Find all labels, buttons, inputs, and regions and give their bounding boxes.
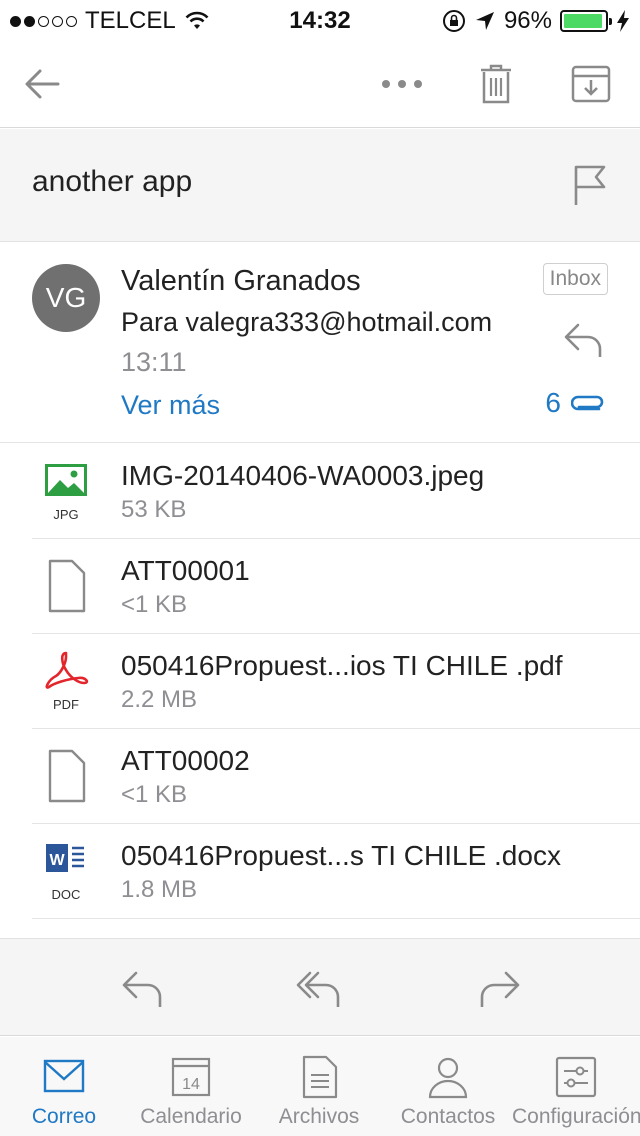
tab-correo[interactable]: Correo xyxy=(0,1055,128,1129)
tab-archivos[interactable]: Archivos xyxy=(255,1055,383,1129)
person-icon xyxy=(428,1057,468,1099)
attachment-item[interactable]: ATT00002 <1 KB xyxy=(0,729,640,824)
tab-bar: Correo 14 Calendario Archivos Contactos … xyxy=(0,1037,640,1136)
recipient-line: Para valegra333@hotmail.com xyxy=(121,307,493,337)
folder-badge: Inbox xyxy=(542,263,608,295)
file-icon xyxy=(302,1055,338,1099)
tab-contactos[interactable]: Contactos xyxy=(384,1055,512,1129)
attachment-size: <1 KB xyxy=(121,591,188,618)
message-header: VG Valentín Granados Para valegra333@hot… xyxy=(0,243,640,443)
more-button[interactable] xyxy=(376,58,428,110)
rotation-lock-icon xyxy=(442,10,465,32)
archive-icon xyxy=(571,65,611,103)
delete-button[interactable] xyxy=(470,58,522,110)
status-right: 96% xyxy=(442,7,630,35)
tab-configuracion[interactable]: Configuración xyxy=(512,1055,640,1129)
pdf-file-icon: PDF xyxy=(40,650,92,712)
attachment-name: 050416Propuest...s TI CHILE .docx xyxy=(121,840,561,871)
forward-icon[interactable] xyxy=(476,967,522,1009)
attachment-count[interactable]: 6 xyxy=(545,387,605,419)
calendar-icon: 14 xyxy=(171,1057,211,1097)
generic-file-icon xyxy=(48,749,86,803)
attachment-size: <1 KB xyxy=(121,781,188,808)
flag-icon[interactable] xyxy=(570,163,610,207)
avatar[interactable]: VG xyxy=(32,264,100,332)
attachment-item[interactable]: JPG IMG-20140406-WA0003.jpeg 53 KB xyxy=(0,444,640,539)
attachment-name: ATT00002 xyxy=(121,745,250,776)
subject-header: another app xyxy=(0,129,640,242)
tab-label: Correo xyxy=(31,1105,97,1128)
file-type-label: DOC xyxy=(51,887,81,902)
attachment-item[interactable]: W DOC 050416Propuest...s TI CHILE .docx … xyxy=(0,824,640,919)
attachment-name: 050416Propuest...ios TI CHILE .pdf xyxy=(121,650,563,681)
more-dots-icon xyxy=(382,80,422,88)
location-arrow-icon xyxy=(475,12,494,30)
paperclip-icon xyxy=(571,395,604,411)
sender-name[interactable]: Valentín Granados xyxy=(121,265,361,298)
tab-calendario[interactable]: 14 Calendario xyxy=(127,1055,255,1129)
message-action-bar xyxy=(0,938,640,1036)
battery-icon xyxy=(560,10,612,32)
svg-text:W: W xyxy=(49,852,65,869)
file-type-label: PDF xyxy=(53,697,79,712)
tab-label: Archivos xyxy=(278,1105,360,1128)
archive-button[interactable] xyxy=(565,58,617,110)
mail-icon xyxy=(43,1059,85,1093)
word-file-icon: W DOC xyxy=(40,840,92,902)
reply-icon[interactable] xyxy=(120,967,166,1009)
tab-label: Contactos xyxy=(400,1105,496,1128)
attachment-name: ATT00001 xyxy=(121,555,250,586)
trash-icon xyxy=(481,64,511,104)
attachment-list: JPG IMG-20140406-WA0003.jpeg 53 KB ATT00… xyxy=(0,444,640,919)
subject-title: another app xyxy=(32,165,193,198)
attachment-item[interactable]: PDF 050416Propuest...ios TI CHILE .pdf 2… xyxy=(0,634,640,729)
image-file-icon: JPG xyxy=(40,460,92,522)
tab-label: Calendario xyxy=(140,1105,242,1128)
attachment-name: IMG-20140406-WA0003.jpeg xyxy=(121,460,485,491)
status-bar: TELCEL 14:32 96% xyxy=(0,0,640,40)
file-type-label: JPG xyxy=(53,507,79,522)
tab-label: Configuración xyxy=(512,1105,640,1128)
attachment-size: 2.2 MB xyxy=(121,686,198,713)
back-button[interactable] xyxy=(16,58,68,110)
attachment-size: 53 KB xyxy=(121,496,187,523)
reply-all-icon[interactable] xyxy=(296,967,342,1009)
attachment-count-value: 6 xyxy=(545,387,561,418)
see-more-link[interactable]: Ver más xyxy=(121,390,220,421)
reply-icon[interactable] xyxy=(562,319,604,359)
attachment-item[interactable]: ATT00001 <1 KB xyxy=(0,539,640,634)
calendar-day: 14 xyxy=(182,1076,200,1093)
message-toolbar xyxy=(0,40,640,128)
battery-percent: 96% xyxy=(503,7,552,34)
attachment-size: 1.8 MB xyxy=(121,876,198,903)
generic-file-icon xyxy=(48,559,86,613)
arrow-left-icon xyxy=(25,69,60,99)
settings-sliders-icon xyxy=(555,1056,597,1098)
charging-bolt-icon xyxy=(617,10,629,32)
message-time: 13:11 xyxy=(121,347,187,377)
